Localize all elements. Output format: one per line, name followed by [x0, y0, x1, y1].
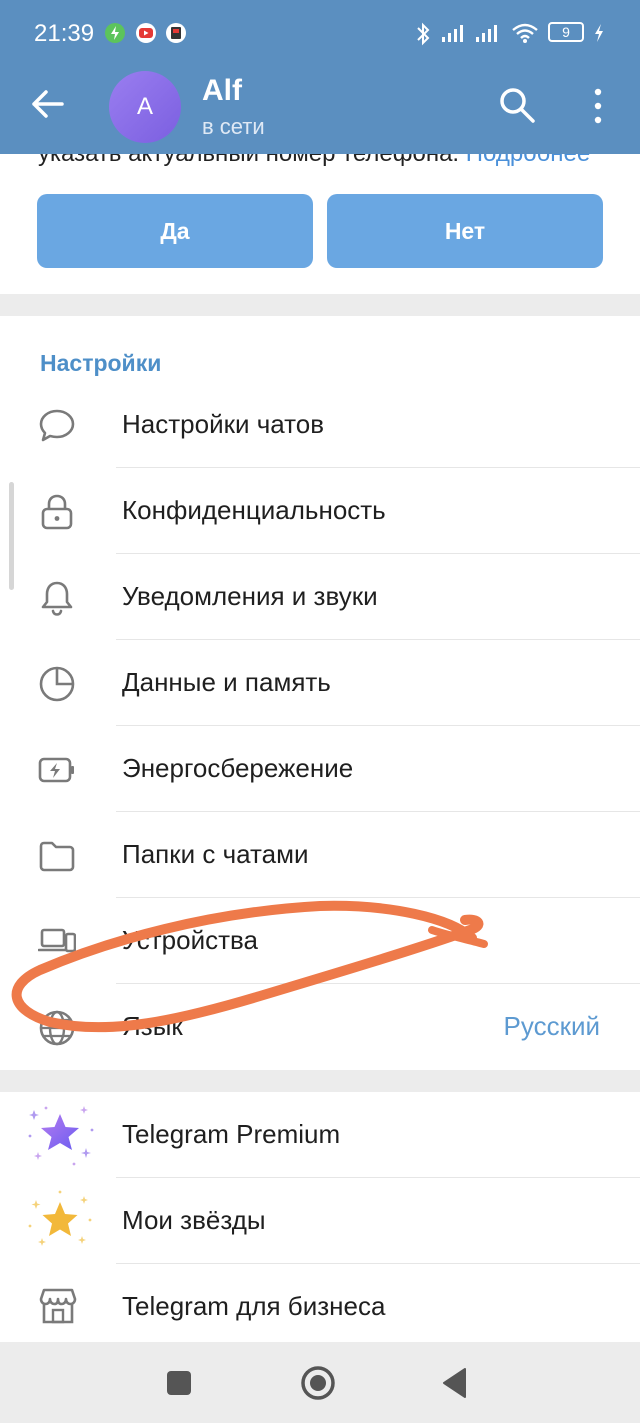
bell-icon [41, 581, 73, 616]
no-button[interactable]: Нет [327, 194, 603, 268]
settings-section: Настройки Настройки чатов Конфиденциальн… [0, 316, 640, 1070]
youtube-icon [136, 23, 156, 43]
chat-name[interactable]: Alf [202, 74, 242, 108]
home-button-icon[interactable] [299, 1364, 337, 1402]
settings-item-label: Папки с чатами [122, 839, 309, 869]
settings-item-devices[interactable]: Устройства [0, 898, 640, 984]
wifi-icon [512, 23, 538, 43]
settings-item-label: Энергосбережение [122, 753, 354, 783]
battery-icon [38, 757, 74, 783]
status-time: 21:39 [34, 20, 95, 47]
phone-notice-card: указать актуальный номер телефона. Подро… [0, 140, 640, 294]
avatar[interactable]: A [109, 71, 181, 143]
settings-item-language[interactable]: Язык Русский [0, 984, 640, 1070]
premium-item-label: Мои звёзды [122, 1205, 266, 1235]
premium-item-my-stars[interactable]: Мои звёзды [0, 1178, 640, 1264]
more-options-icon[interactable] [586, 86, 610, 126]
status-bar: 21:39 9 [0, 0, 640, 66]
system-nav-bar [0, 1343, 640, 1423]
premium-item-label: Telegram Premium [122, 1119, 341, 1149]
back-arrow-icon[interactable] [28, 84, 68, 124]
folder-icon [39, 841, 75, 872]
chat-header: A Alf в сети [0, 66, 640, 154]
app-notification-icon [166, 23, 186, 43]
scroll-indicator[interactable] [9, 482, 14, 590]
top-bar: 21:39 9 A Alf в сети [0, 0, 640, 154]
chat-status: в сети [202, 114, 265, 139]
shop-icon [39, 1288, 77, 1324]
signal-1-icon [442, 25, 463, 42]
settings-item-notifications[interactable]: Уведомления и звуки [0, 554, 640, 640]
recent-apps-button[interactable] [167, 1371, 191, 1395]
pie-clock-icon [39, 666, 75, 702]
premium-item-label: Telegram для бизнеса [122, 1291, 386, 1321]
settings-item-label: Устройства [122, 925, 259, 955]
charging-icon [595, 24, 603, 42]
yes-button[interactable]: Да [37, 194, 313, 268]
premium-star-icon [28, 1106, 94, 1166]
chat-bubble-icon [39, 409, 75, 442]
lock-icon [41, 494, 73, 530]
settings-item-privacy[interactable]: Конфиденциальность [0, 468, 640, 554]
gold-star-icon [28, 1190, 92, 1246]
language-value: Русский [503, 1011, 600, 1041]
back-button-icon[interactable] [441, 1367, 469, 1399]
settings-item-label: Язык [122, 1011, 183, 1041]
settings-item-label: Данные и память [122, 667, 331, 697]
devices-icon [38, 928, 76, 953]
signal-2-icon [476, 25, 497, 42]
premium-item-telegram-premium[interactable]: Telegram Premium [0, 1092, 640, 1178]
settings-item-data-storage[interactable]: Данные и память [0, 640, 640, 726]
charging-app-icon [105, 23, 125, 43]
search-icon[interactable] [498, 86, 536, 124]
settings-item-power-saving[interactable]: Энергосбережение [0, 726, 640, 812]
section-title: Настройки [40, 350, 162, 376]
battery-indicator: 9 [548, 22, 584, 42]
settings-item-chat-folders[interactable]: Папки с чатами [0, 812, 640, 898]
bluetooth-icon [417, 22, 430, 46]
settings-item-label: Уведомления и звуки [122, 581, 378, 611]
settings-item-label: Настройки чатов [122, 409, 325, 439]
settings-item-chat-settings[interactable]: Настройки чатов [0, 382, 640, 468]
premium-item-business[interactable]: Telegram для бизнеса [0, 1264, 640, 1350]
settings-item-label: Конфиденциальность [122, 495, 386, 525]
premium-section: Telegram Premium Мои звёзды Telegram для… [0, 1092, 640, 1342]
globe-icon [39, 1010, 75, 1046]
